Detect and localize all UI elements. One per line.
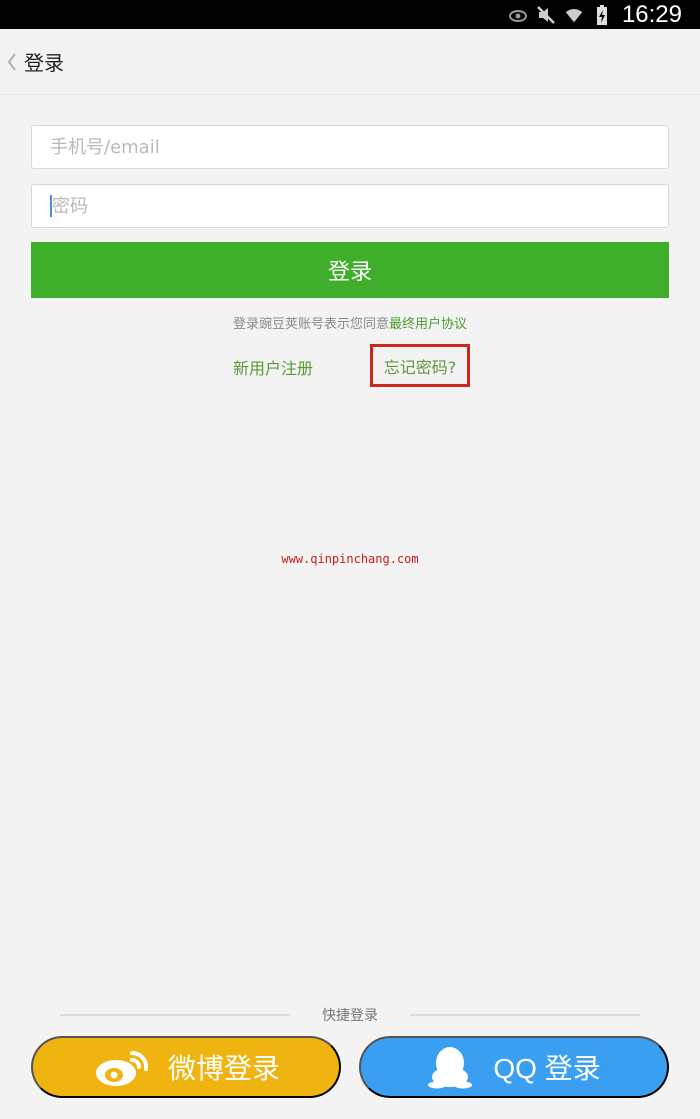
agreement-prefix: 登录豌豆荚账号表示您同意 [232,317,389,332]
divider-line [60,1014,290,1016]
status-time: 16:29 [621,0,682,28]
password-input[interactable] [52,185,668,227]
account-field[interactable] [31,125,669,169]
qq-login-label: QQ 登录 [493,1053,601,1084]
header: 登录 [0,29,700,95]
account-input[interactable] [50,126,668,168]
wifi-icon [564,5,584,25]
weibo-login-button[interactable]: 微博登录 [31,1036,341,1098]
user-agreement-link[interactable]: 最终用户协议 [389,317,467,332]
eye-icon [508,5,528,25]
agreement-text: 登录豌豆荚账号表示您同意最终用户协议 [0,313,700,332]
page-title: 登录 [24,51,64,75]
quick-login-divider: 快捷登录 [0,1004,700,1026]
battery-charging-icon [592,4,612,25]
qq-login-button[interactable]: QQ 登录 [359,1036,669,1098]
qq-penguin-icon [427,1045,473,1089]
divider-line [410,1014,640,1016]
register-link[interactable]: 新用户注册 [233,355,313,379]
status-bar: 16:29 [0,0,700,29]
password-field[interactable] [31,184,669,228]
login-button[interactable]: 登录 [31,242,669,298]
chevron-left-icon[interactable] [6,49,20,75]
weibo-login-label: 微博登录 [167,1053,280,1084]
watermark: www.qinpinchang.com [281,552,419,566]
weibo-icon [92,1045,152,1089]
quick-login-label: 快捷登录 [322,1008,378,1024]
mute-icon [536,5,556,25]
forgot-password-link[interactable]: 忘记密码? [370,344,470,387]
